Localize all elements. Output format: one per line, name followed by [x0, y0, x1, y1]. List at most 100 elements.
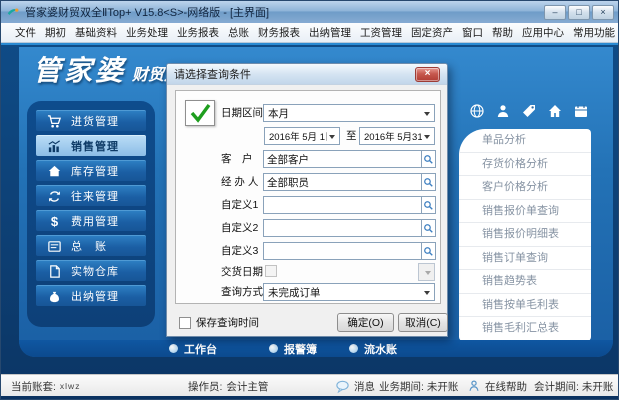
tab-alert-book[interactable]: 报警簿	[269, 341, 317, 357]
report-item-sales-quote-query[interactable]: 销售报价单查询	[459, 200, 591, 224]
custom3-label: 自定义3	[221, 242, 258, 260]
delivery-date-label: 交货日期	[221, 263, 263, 281]
current-account-set: 当前账套: xlwz	[11, 375, 80, 397]
dialog-close-button[interactable]: ×	[415, 67, 440, 82]
operator-status: 操作员: 会计主管	[188, 375, 268, 397]
date-range-select[interactable]: 本月	[263, 104, 435, 122]
date-range-label: 日期区间	[221, 104, 263, 122]
sidebar-item-label: 总 账	[71, 238, 107, 254]
report-item-sales-order-query[interactable]: 销售订单查询	[459, 247, 591, 271]
menu-item-payroll[interactable]: 工资管理	[360, 25, 402, 40]
date-range-value: 本月	[264, 106, 422, 121]
report-item-sales-profit-summary[interactable]: 销售毛利汇总表	[459, 317, 591, 341]
menu-item-business-reports[interactable]: 业务报表	[177, 25, 219, 40]
sidebar-item-inventory[interactable]: 库存管理	[36, 160, 146, 181]
statusbar: 当前账套: xlwz 操作员: 会计主管 消息 业务期间: 未开账 在线帮助 会…	[1, 374, 619, 396]
report-item-customer-price-analysis[interactable]: 客户价格分析	[459, 176, 591, 200]
warehouse-icon	[47, 264, 62, 279]
menu-item-cashier[interactable]: 出纳管理	[309, 25, 351, 40]
date-from-to-row: 2016年 5月 1日 至 2016年 5月31日	[167, 127, 449, 145]
custom1-lookup-button[interactable]	[421, 196, 436, 214]
customer-input[interactable]	[263, 150, 421, 168]
save-query-time-label: 保存查询时间	[196, 315, 259, 330]
window-close-button[interactable]: ×	[592, 5, 614, 20]
accounting-period: 会计期间: 未开账	[534, 379, 613, 394]
house-icon	[47, 164, 62, 179]
menu-item-app-center[interactable]: 应用中心	[522, 25, 564, 40]
custom1-label: 自定义1	[221, 196, 258, 214]
custom3-input[interactable]	[263, 242, 421, 260]
query-mode-value: 未完成订单	[264, 285, 422, 300]
chart-icon	[47, 139, 62, 154]
menu-item-base-data[interactable]: 基础资料	[75, 25, 117, 40]
sidebar-item-purchase[interactable]: 进货管理	[36, 110, 146, 131]
bullet-icon	[169, 344, 178, 353]
sidebar-item-sales[interactable]: 销售管理	[36, 135, 146, 156]
report-item-sales-trend[interactable]: 销售趋势表	[459, 270, 591, 294]
query-mode-select[interactable]: 未完成订单	[263, 283, 435, 301]
sidebar-item-cashier[interactable]: 出纳管理	[36, 285, 146, 306]
home-icon[interactable]	[547, 103, 563, 119]
custom2-lookup-button[interactable]	[421, 219, 436, 237]
magnifier-icon	[423, 246, 434, 257]
operator-label: 操作员:	[188, 379, 222, 394]
menu-item-help[interactable]: 帮助	[492, 25, 513, 40]
ok-button[interactable]: 确定(O)	[337, 313, 394, 332]
online-help-link[interactable]: 在线帮助	[467, 375, 527, 397]
menu-item-common-functions[interactable]: 常用功能	[573, 25, 615, 40]
app-window: 管家婆财贸双全ⅡTop+ V15.8<S>-网络版 - [主界面] – □ × …	[0, 0, 619, 400]
sidebar-item-physical-warehouse[interactable]: 实物仓库	[36, 260, 146, 281]
date-from-picker[interactable]: 2016年 5月 1日	[264, 127, 340, 145]
custom1-input[interactable]	[263, 196, 421, 214]
menu-item-business-process[interactable]: 业务处理	[126, 25, 168, 40]
bullet-icon	[269, 344, 278, 353]
tag-icon[interactable]	[521, 103, 537, 119]
sidebar-item-label: 销售管理	[71, 138, 119, 154]
custom2-input[interactable]	[263, 219, 421, 237]
agent-lookup-button[interactable]	[421, 173, 436, 191]
menu-item-window[interactable]: 窗口	[462, 25, 483, 40]
sidebar-item-general-ledger[interactable]: 总 账	[36, 235, 146, 256]
date-to-value: 2016年 5月31日	[360, 129, 422, 143]
menu-item-file[interactable]: 文件	[15, 25, 36, 40]
agent-input[interactable]	[263, 173, 421, 191]
menu-item-opening[interactable]: 期初	[45, 25, 66, 40]
message-area[interactable]: 消息 业务期间: 未开账	[335, 375, 458, 397]
tab-workbench[interactable]: 工作台	[169, 341, 217, 357]
save-query-time-option[interactable]: 保存查询时间	[179, 315, 259, 330]
chevron-down-icon	[424, 135, 430, 142]
custom3-row: 自定义3	[167, 242, 449, 260]
menu-item-general-ledger[interactable]: 总账	[228, 25, 249, 40]
agent-label: 经 办 人	[221, 173, 258, 191]
chevron-down-icon	[424, 112, 430, 119]
sidebar-item-expenses[interactable]: $ 费用管理	[36, 210, 146, 231]
magnifier-icon	[423, 200, 434, 211]
user-icon[interactable]	[495, 103, 511, 119]
window-title: 管家婆财贸双全ⅡTop+ V15.8<S>-网络版 - [主界面]	[25, 4, 269, 20]
menu-item-fixed-assets[interactable]: 固定资产	[411, 25, 453, 40]
report-item-sales-quote-detail[interactable]: 销售报价明细表	[459, 223, 591, 247]
dialog-titlebar[interactable]: 请选择查询条件 ×	[167, 64, 447, 85]
chevron-down-icon	[424, 291, 430, 298]
date-to-picker[interactable]: 2016年 5月31日	[359, 127, 435, 145]
calendar-icon[interactable]	[573, 103, 589, 119]
delivery-date-checkbox	[265, 265, 277, 277]
menu-item-finance-reports[interactable]: 财务报表	[258, 25, 300, 40]
cycle-arrows-icon	[47, 189, 62, 204]
customer-lookup-button[interactable]	[421, 150, 436, 168]
sidebar-item-receivables[interactable]: 往来管理	[36, 185, 146, 206]
window-restore-button[interactable]: □	[568, 5, 590, 20]
save-query-time-checkbox[interactable]	[179, 317, 191, 329]
custom3-lookup-button[interactable]	[421, 242, 436, 260]
sidebar-item-label: 往来管理	[71, 188, 119, 204]
tab-daybook[interactable]: 流水账	[349, 341, 397, 357]
cancel-button[interactable]: 取消(C)	[398, 313, 448, 332]
agent-row: 经 办 人	[167, 173, 449, 191]
report-menu-panel: 单品分析 存货价格分析 客户价格分析 销售报价单查询 销售报价明细表 销售订单查…	[459, 129, 591, 341]
window-minimize-button[interactable]: –	[544, 5, 566, 20]
globe-icon[interactable]	[469, 103, 485, 119]
report-item-sales-profit-by-order[interactable]: 销售按单毛利表	[459, 294, 591, 318]
account-value: xlwz	[60, 381, 81, 391]
report-item-stock-price-analysis[interactable]: 存货价格分析	[459, 153, 591, 177]
report-item-single-product-analysis[interactable]: 单品分析	[459, 129, 591, 153]
